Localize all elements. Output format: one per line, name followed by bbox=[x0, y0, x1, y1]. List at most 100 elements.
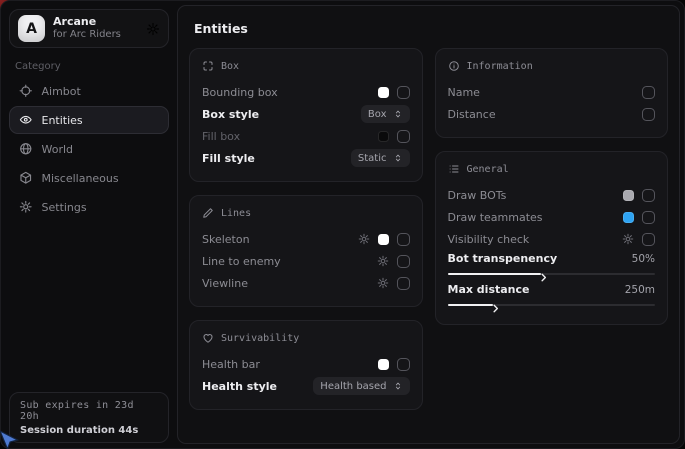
sidebar: A Arcane for Arc Riders Category Aimbot E… bbox=[1, 1, 177, 448]
updown-icon bbox=[393, 381, 403, 391]
setting-row-line-to-enemy: Line to enemy bbox=[202, 250, 410, 272]
sidebar-item-label: Entities bbox=[42, 114, 83, 127]
gear-icon bbox=[19, 200, 33, 214]
list-icon bbox=[448, 163, 460, 175]
color-swatch-health-bar[interactable] bbox=[378, 359, 389, 370]
sidebar-item-label: Aimbot bbox=[42, 85, 81, 98]
settings-columns: BoxBounding boxBox styleBoxFill boxFill … bbox=[178, 36, 679, 422]
slider-bot-transpenency[interactable] bbox=[448, 273, 656, 275]
sidebar-item-aimbot[interactable]: Aimbot bbox=[9, 77, 169, 105]
row-controls bbox=[378, 358, 410, 371]
page-title: Entities bbox=[178, 6, 679, 36]
globe-icon bbox=[19, 142, 33, 156]
app-subtitle: for Arc Riders bbox=[53, 29, 138, 41]
checkbox-health-bar[interactable] bbox=[397, 358, 410, 371]
setting-label: Viewline bbox=[202, 277, 377, 290]
card-box: BoxBounding boxBox styleBoxFill boxFill … bbox=[189, 48, 423, 182]
app-logo: A bbox=[18, 15, 45, 42]
card-title: Lines bbox=[221, 208, 251, 219]
slider-thumb[interactable] bbox=[490, 299, 501, 318]
row-controls: Health based bbox=[313, 377, 409, 395]
main-panel: Entities BoxBounding boxBox styleBoxFill… bbox=[177, 5, 680, 444]
checkbox-fill-box[interactable] bbox=[397, 130, 410, 143]
setting-label: Visibility check bbox=[448, 233, 623, 246]
color-swatch-draw-bots[interactable] bbox=[623, 190, 634, 201]
row-controls bbox=[622, 233, 655, 246]
row-controls bbox=[377, 277, 410, 290]
gear-icon[interactable] bbox=[622, 233, 634, 245]
color-swatch-bounding-box[interactable] bbox=[378, 87, 389, 98]
checkbox-distance[interactable] bbox=[642, 108, 655, 121]
color-swatch-fill-box[interactable] bbox=[378, 131, 389, 142]
dropdown-health-style[interactable]: Health based bbox=[313, 377, 409, 395]
setting-label: Line to enemy bbox=[202, 255, 377, 268]
sidebar-item-entities[interactable]: Entities bbox=[9, 106, 169, 134]
setting-label: Health style bbox=[202, 380, 313, 393]
card-title: Survivability bbox=[221, 333, 299, 344]
setting-label: Draw teammates bbox=[448, 211, 624, 224]
color-swatch-draw-teammates[interactable] bbox=[623, 212, 634, 223]
setting-label: Box style bbox=[202, 108, 361, 121]
pencil-icon bbox=[202, 207, 214, 219]
row-controls bbox=[378, 86, 410, 99]
slider-value: 250m bbox=[625, 284, 655, 296]
checkbox-skeleton[interactable] bbox=[397, 233, 410, 246]
subscription-card: Sub expires in 23d 20h Session duration … bbox=[9, 392, 169, 443]
setting-label: Skeleton bbox=[202, 233, 358, 246]
row-controls bbox=[642, 108, 655, 121]
checkbox-line-to-enemy[interactable] bbox=[397, 255, 410, 268]
checkbox-viewline[interactable] bbox=[397, 277, 410, 290]
slider-max-distance[interactable] bbox=[448, 304, 656, 306]
left-column: BoxBounding boxBox styleBoxFill boxFill … bbox=[189, 48, 423, 410]
right-column: InformationNameDistanceGeneralDraw BOTsD… bbox=[435, 48, 669, 325]
sidebar-item-settings[interactable]: Settings bbox=[9, 193, 169, 221]
health-icon bbox=[202, 332, 214, 344]
cube-icon bbox=[19, 171, 33, 185]
row-controls: Box bbox=[361, 105, 410, 123]
setting-row-draw-teammates: Draw teammates bbox=[448, 206, 656, 228]
setting-row-fill-box: Fill box bbox=[202, 125, 410, 147]
checkbox-bounding-box[interactable] bbox=[397, 86, 410, 99]
checkbox-draw-teammates[interactable] bbox=[642, 211, 655, 224]
slider-row-bot-transpenency: Bot transpenency50% bbox=[448, 250, 656, 281]
dropdown-box-style[interactable]: Box bbox=[361, 105, 410, 123]
card-header: Lines bbox=[202, 207, 410, 219]
setting-row-box-style: Box style Box bbox=[202, 103, 410, 125]
card-general: GeneralDraw BOTsDraw teammatesVisibility… bbox=[435, 151, 669, 325]
gear-icon[interactable] bbox=[377, 277, 389, 289]
setting-label: Health bar bbox=[202, 358, 378, 371]
checkbox-name[interactable] bbox=[642, 86, 655, 99]
color-swatch-skeleton[interactable] bbox=[378, 234, 389, 245]
gear-icon[interactable] bbox=[377, 255, 389, 267]
brand-text: Arcane for Arc Riders bbox=[53, 16, 138, 40]
setting-label: Max distance bbox=[448, 283, 625, 296]
slider-row-max-distance: Max distance250m bbox=[448, 281, 656, 312]
setting-row-fill-style: Fill styleStatic bbox=[202, 147, 410, 169]
dropdown-fill-style[interactable]: Static bbox=[351, 149, 410, 167]
slider-thumb[interactable] bbox=[538, 268, 549, 287]
updown-icon bbox=[393, 109, 403, 119]
updown-icon bbox=[393, 153, 403, 163]
brand-gear-button[interactable] bbox=[146, 22, 160, 36]
setting-row-distance: Distance bbox=[448, 103, 656, 125]
entities-icon bbox=[19, 113, 33, 127]
setting-row-name: Name bbox=[448, 81, 656, 103]
row-controls bbox=[623, 189, 655, 202]
sidebar-item-miscellaneous[interactable]: Miscellaneous bbox=[9, 164, 169, 192]
card-title: General bbox=[467, 164, 509, 175]
setting-label: Fill box bbox=[202, 130, 378, 143]
checkbox-draw-bots[interactable] bbox=[642, 189, 655, 202]
sidebar-item-world[interactable]: World bbox=[9, 135, 169, 163]
setting-label: Name bbox=[448, 86, 643, 99]
checkbox-visibility-check[interactable] bbox=[642, 233, 655, 246]
sidebar-item-label: Settings bbox=[42, 201, 87, 214]
category-label: Category bbox=[15, 61, 163, 72]
info-icon bbox=[448, 60, 460, 72]
sidebar-item-label: Miscellaneous bbox=[42, 172, 119, 185]
card-header: Survivability bbox=[202, 332, 410, 344]
gear-icon[interactable] bbox=[358, 233, 370, 245]
dropdown-value: Box bbox=[368, 109, 387, 120]
card-header: General bbox=[448, 163, 656, 175]
sidebar-item-label: World bbox=[42, 143, 74, 156]
row-controls bbox=[623, 211, 655, 224]
